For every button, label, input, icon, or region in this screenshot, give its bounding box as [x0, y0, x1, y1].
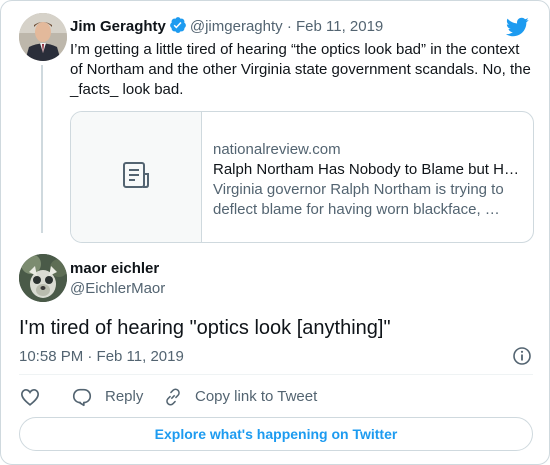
parent-author-name[interactable]: Jim Geraghty — [70, 18, 166, 35]
link-description-line-2: deflect blame for having worn blackface,… — [213, 201, 500, 218]
actions-divider — [19, 374, 533, 375]
link-description: Virginia governor Ralph Northam is tryin… — [213, 180, 518, 220]
explore-twitter-button[interactable]: Explore what's happening on Twitter — [19, 417, 533, 451]
avatar-jim-geraghty[interactable] — [19, 13, 67, 61]
parent-tweet-header: Jim Geraghty @jimgeraghty · Feb 11, 2019 — [70, 16, 383, 40]
link-chain-icon — [163, 387, 183, 407]
main-tweet-text: I'm tired of hearing "optics look [anyth… — [19, 317, 391, 339]
parent-tweet-text: I’m getting a little tired of hearing “t… — [70, 41, 531, 98]
header-separator: · — [286, 18, 292, 35]
like-button[interactable] — [19, 386, 41, 408]
link-thumbnail — [71, 112, 202, 242]
main-author-name[interactable]: maor eichler — [70, 259, 159, 279]
avatar-maor-eichler[interactable] — [19, 254, 67, 302]
reply-button[interactable]: Reply — [71, 386, 143, 408]
heart-icon — [19, 386, 41, 408]
embedded-tweet-card: Jim Geraghty @jimgeraghty · Feb 11, 2019 … — [0, 0, 550, 465]
copy-link-label: Copy link to Tweet — [195, 388, 318, 405]
main-author-handle[interactable]: @EichlerMaor — [70, 279, 165, 299]
link-description-line-1: Virginia governor Ralph Northam is tryin… — [213, 181, 504, 198]
parent-tweet-date[interactable]: Feb 11, 2019 — [296, 18, 383, 35]
link-domain: nationalreview.com — [213, 141, 341, 158]
twitter-bird-icon[interactable] — [505, 15, 529, 39]
verified-badge-icon — [169, 16, 187, 40]
document-icon — [121, 160, 151, 195]
info-icon[interactable] — [512, 346, 532, 366]
copy-link-button[interactable]: Copy link to Tweet — [163, 386, 317, 408]
thread-connector-line — [41, 65, 43, 233]
link-preview-card[interactable]: nationalreview.com Ralph Northam Has Nob… — [70, 111, 534, 243]
reply-label: Reply — [105, 388, 144, 405]
reply-bubble-icon — [71, 386, 93, 408]
link-title: Ralph Northam Has Nobody to Blame but H… — [213, 161, 518, 178]
link-preview-body: nationalreview.com Ralph Northam Has Nob… — [213, 140, 518, 220]
parent-author-handle[interactable]: @jimgeraghty — [190, 18, 283, 35]
main-tweet-timestamp[interactable]: 10:58 PM · Feb 11, 2019 — [19, 347, 184, 367]
